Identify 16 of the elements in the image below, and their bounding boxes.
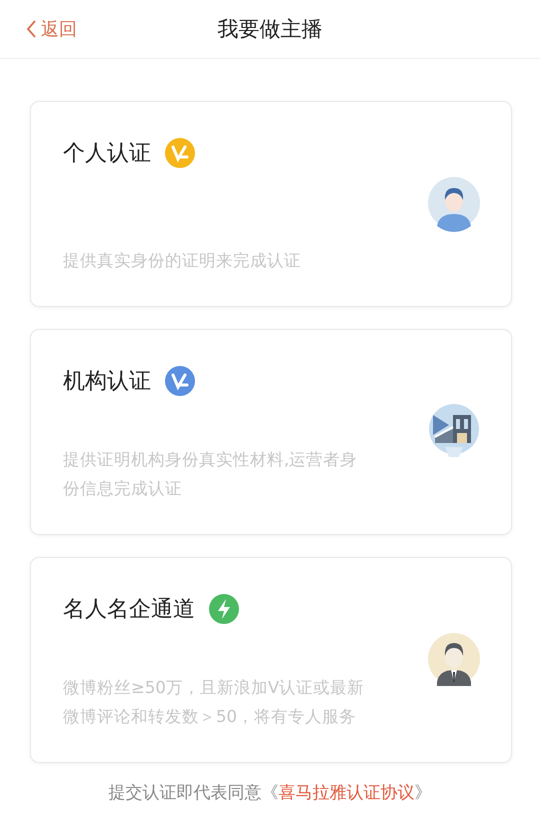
person-avatar-icon xyxy=(427,176,481,232)
card-title: 机构认证 xyxy=(63,368,151,396)
businessman-avatar-icon xyxy=(427,632,481,688)
agreement-link[interactable]: 喜马拉雅认证协议 xyxy=(278,781,414,804)
certification-card[interactable]: 个人认证 提供真实身份的证明来完成认证 xyxy=(30,101,512,307)
card-description: 微博粉丝≥50万，且新浪加V认证或最新 微博评论和转发数＞50，将有专人服务 xyxy=(63,677,366,728)
agreement-text: 提交认证即代表同意《 xyxy=(108,782,278,804)
card-description: 提供真实身份的证明来完成认证 xyxy=(63,250,302,272)
chevron-left-icon xyxy=(26,20,37,38)
page-title: 我要做主播 xyxy=(218,16,322,43)
card-description: 提供证明机构身份真实性材料,运营者身 份信息完成认证 xyxy=(63,449,358,500)
certification-card[interactable]: 机构认证 提供证明机构身份真实性材料,运营者身 份信息完成认证 xyxy=(30,329,512,535)
card-title: 个人认证 xyxy=(63,140,151,168)
agreement-text: 》 xyxy=(414,782,432,804)
card-title: 名人名企通道 xyxy=(63,596,195,624)
certification-card[interactable]: 名人名企通道 微博粉丝≥50万，且新浪加V认证或最新 微博评论和转发数＞50，将有专人服务 xyxy=(30,557,512,763)
